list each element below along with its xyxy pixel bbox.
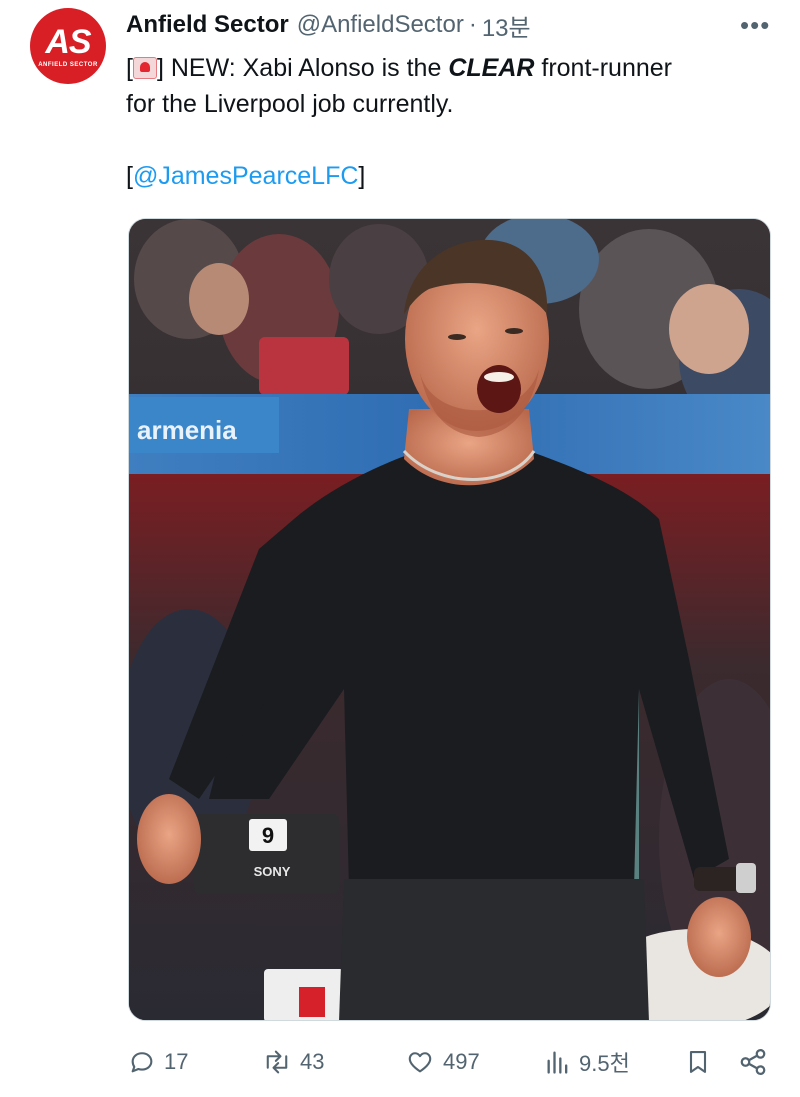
separator-dot: · — [468, 11, 477, 38]
author-handle[interactable]: @AnfieldSector — [297, 11, 464, 39]
reply-button[interactable]: 17 — [128, 1040, 188, 1084]
police-light-emoji — [132, 57, 157, 79]
retweet-count: 43 — [300, 1049, 325, 1074]
source-mention-link[interactable]: @JamesPearceLFC — [133, 162, 358, 190]
views-count: 9.5천 — [579, 1051, 630, 1076]
action-bar: 17 43 497 9.5천 — [0, 1040, 800, 1084]
share-icon — [740, 1049, 766, 1075]
tweet-timestamp[interactable]: 13분 — [482, 8, 531, 43]
text-segment: ] NEW: Xabi Alonso is the — [156, 54, 449, 82]
sony-board: 9 SONY — [194, 814, 339, 894]
banner-text: armenia — [137, 415, 237, 445]
more-horizontal-icon[interactable]: ••• — [740, 10, 770, 41]
avatar[interactable]: AS ANFIELD SECTOR — [30, 8, 106, 84]
source-line: [@JamesPearceLFC] — [126, 158, 365, 194]
text-segment-end: front-runner — [534, 54, 672, 82]
avatar-subtext: ANFIELD SECTOR — [38, 61, 98, 68]
views-chart-icon — [547, 1051, 568, 1074]
retweet-button[interactable]: 43 — [262, 1040, 324, 1084]
heart-icon — [408, 1052, 432, 1073]
board-brand: SONY — [254, 864, 291, 879]
source-bracket-close: ] — [358, 162, 366, 190]
tweet-text-line-2: for the Liverpool job currently. — [126, 90, 454, 118]
board-number: 9 — [262, 823, 274, 848]
bookmark-icon — [689, 1051, 707, 1073]
author-name[interactable]: Anfield Sector — [126, 11, 289, 39]
bracket-open: [ — [126, 54, 133, 82]
reply-icon — [131, 1052, 153, 1073]
reply-count: 17 — [164, 1049, 189, 1074]
share-button[interactable] — [738, 1040, 768, 1084]
tweet[interactable]: AS ANFIELD SECTOR Anfield Sector @Anfiel… — [0, 0, 800, 1097]
tweet-text-line-1: [ ] NEW: Xabi Alonso is the CLEAR front-r… — [126, 50, 776, 86]
retweet-icon — [266, 1050, 288, 1074]
tweet-photo[interactable]: armenia 9 SONY — [128, 218, 771, 1021]
tweet-header: Anfield Sector @AnfieldSector · 13분 — [126, 8, 531, 43]
bookmark-button[interactable] — [684, 1040, 712, 1084]
source-bracket-open: [ — [126, 162, 133, 190]
photo-illustration: armenia 9 SONY — [129, 219, 770, 1020]
views-button[interactable]: 9.5천 — [545, 1040, 630, 1084]
avatar-monogram: AS — [45, 22, 91, 61]
tweet-text: [ ] NEW: Xabi Alonso is the CLEAR front-r… — [126, 50, 776, 122]
text-emphasis: CLEAR — [448, 54, 535, 82]
like-count: 497 — [443, 1049, 480, 1074]
like-button[interactable]: 497 — [405, 1040, 480, 1084]
